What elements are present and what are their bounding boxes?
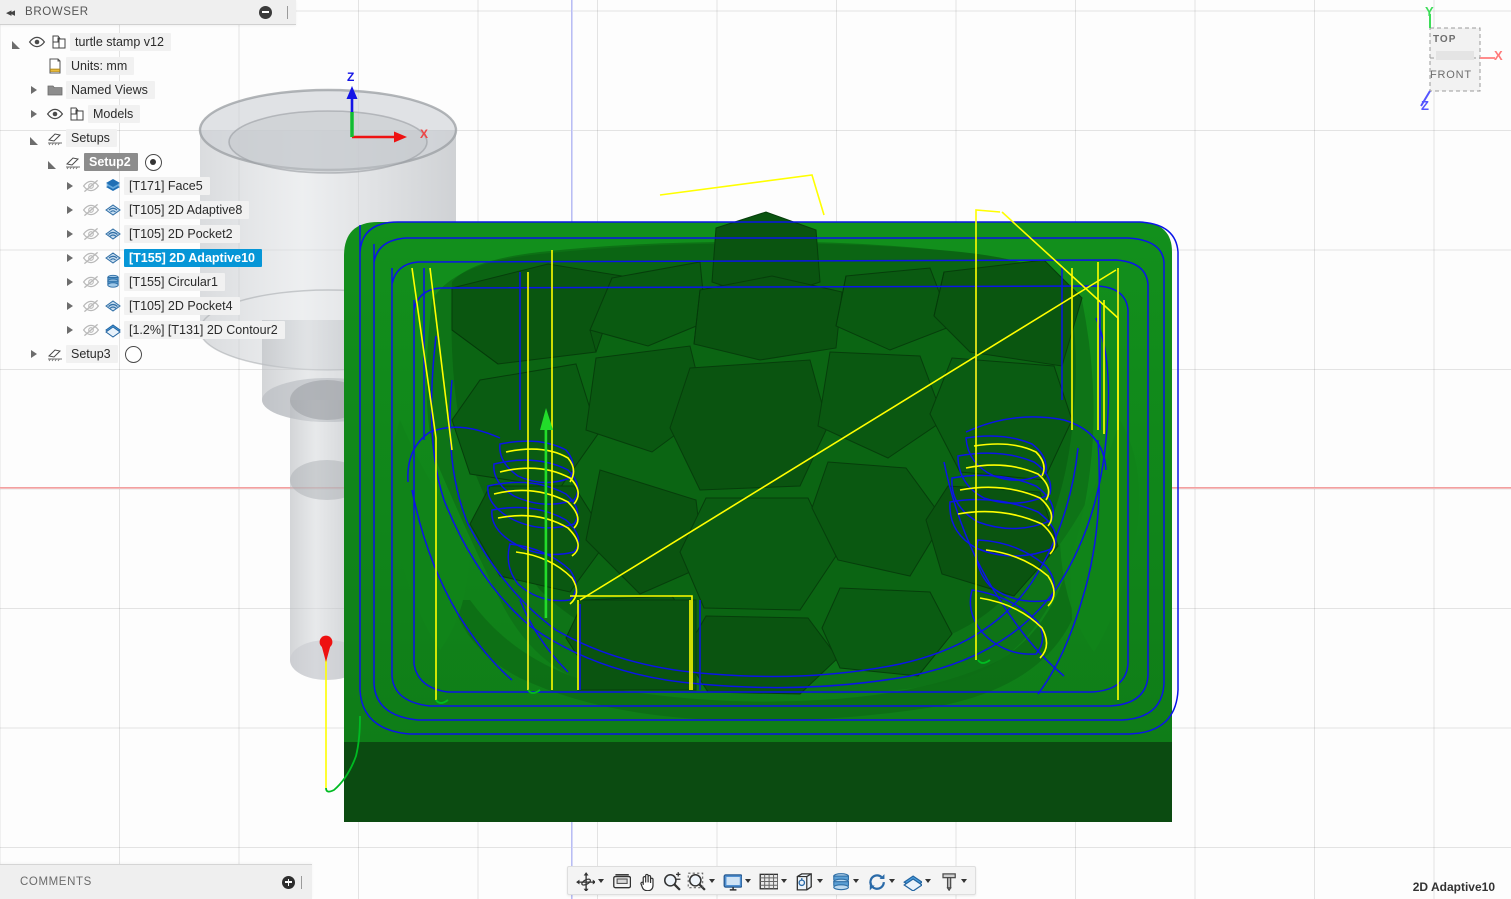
viewcube-front-label[interactable]: FRONT [1430,69,1472,81]
collapse-left-icon[interactable]: ◂◂ [6,6,16,19]
eye-off-icon[interactable] [80,296,102,316]
tree-item-label[interactable]: Models [88,105,140,123]
setup-activate-radio[interactable] [125,346,142,363]
document-icon [48,32,70,52]
tree-item-label[interactable]: Units: mm [66,57,134,75]
expander-closed-icon[interactable] [60,294,80,318]
eye-off-icon[interactable] [80,176,102,196]
tree-item-label[interactable]: [T105] 2D Pocket2 [124,225,240,243]
viewcube-z-label: Z [1421,98,1429,113]
tree-row[interactable]: Setups [0,126,296,150]
setup-activate-radio[interactable] [145,154,162,171]
tree-item-label[interactable]: Setup2 [84,153,138,171]
expander-closed-icon[interactable] [60,198,80,222]
eye-off-icon[interactable] [80,272,102,292]
origin-axis-z-label: Z [347,70,354,84]
units-icon [44,56,66,76]
browser-title: BROWSER [25,6,250,18]
tree-item-label[interactable]: [T105] 2D Pocket4 [124,297,240,315]
panel-resize-handle[interactable] [287,6,288,19]
tree-item-label[interactable]: turtle stamp v12 [70,33,171,51]
eye-off-icon[interactable] [80,200,102,220]
tree-item-label[interactable]: [T155] Circular1 [124,273,225,291]
expander-closed-icon[interactable] [60,174,80,198]
models-icon [66,104,88,124]
browser-tree[interactable]: turtle stamp v12 Units: mm Named Views Mode… [0,25,296,366]
adaptive-op-icon [102,200,124,220]
tree-row[interactable]: Named Views [0,78,296,102]
comments-panel[interactable]: COMMENTS [0,864,312,899]
adaptive-op-icon [102,248,124,268]
origin-axis-x-label: X [420,127,428,141]
minus-circle-icon[interactable] [259,6,272,19]
expander-open-icon[interactable] [24,126,44,150]
tree-row[interactable]: Units: mm [0,54,296,78]
tree-row[interactable]: [T105] 2D Pocket4 [0,294,296,318]
tree-row[interactable]: turtle stamp v12 [0,30,296,54]
tree-item-label[interactable]: Setups [66,129,117,147]
comments-title: COMMENTS [8,876,282,888]
circular-op-icon [102,272,124,292]
viewcube-y-label: Y [1425,4,1434,19]
view-cube[interactable]: TOP FRONT Y X Z [1403,6,1503,111]
setup-icon [44,344,66,364]
viewcube-top-label[interactable]: TOP [1433,34,1456,45]
expander-closed-icon[interactable] [24,102,44,126]
eye-off-icon[interactable] [80,320,102,340]
eye-off-icon[interactable] [80,224,102,244]
tree-row[interactable]: [T171] Face5 [0,174,296,198]
tree-row[interactable]: [T105] 2D Adaptive8 [0,198,296,222]
expander-open-icon[interactable] [42,150,62,174]
setup-icon [62,152,84,172]
eye-icon[interactable] [44,104,66,124]
browser-header: ◂◂ BROWSER [0,0,296,25]
pocket-op-icon [102,224,124,244]
face-op-icon [102,176,124,196]
tree-item-label[interactable]: [T155] 2D Adaptive10 [124,249,262,267]
tree-item-label[interactable]: Setup3 [66,345,118,363]
tree-row[interactable]: [T155] 2D Adaptive10 [0,246,296,270]
tree-item-label[interactable]: Named Views [66,81,155,99]
expander-closed-icon[interactable] [60,222,80,246]
tree-row[interactable]: Setup3 [0,342,296,366]
pocket-op-icon [102,296,124,316]
expander-closed-icon[interactable] [60,270,80,294]
tree-row[interactable]: Setup2 [0,150,296,174]
expander-open-icon[interactable] [6,30,26,54]
plus-circle-icon[interactable] [282,876,295,889]
tree-row[interactable]: [T105] 2D Pocket2 [0,222,296,246]
tree-item-label[interactable]: [T171] Face5 [124,177,210,195]
expander-closed-icon[interactable] [60,246,80,270]
eye-icon[interactable] [26,32,48,52]
expander-closed-icon[interactable] [24,78,44,102]
browser-panel[interactable]: ◂◂ BROWSER turtle stamp v12 Units: mm Name… [0,0,296,366]
expander-closed-icon[interactable] [60,318,80,342]
comments-resize-handle[interactable] [301,876,302,889]
expander-closed-icon[interactable] [24,342,44,366]
contour-op-icon [102,320,124,340]
eye-off-icon[interactable] [80,248,102,268]
setup-icon [44,128,66,148]
tree-row[interactable]: [T155] Circular1 [0,270,296,294]
tree-row[interactable]: Models [0,102,296,126]
viewcube-x-label: X [1494,48,1503,63]
tree-item-label[interactable]: [1.2%] [T131] 2D Contour2 [124,321,285,339]
tree-item-label[interactable]: [T105] 2D Adaptive8 [124,201,249,219]
expander-spacer [24,54,44,78]
tree-row[interactable]: [1.2%] [T131] 2D Contour2 [0,318,296,342]
folder-icon [44,80,66,100]
